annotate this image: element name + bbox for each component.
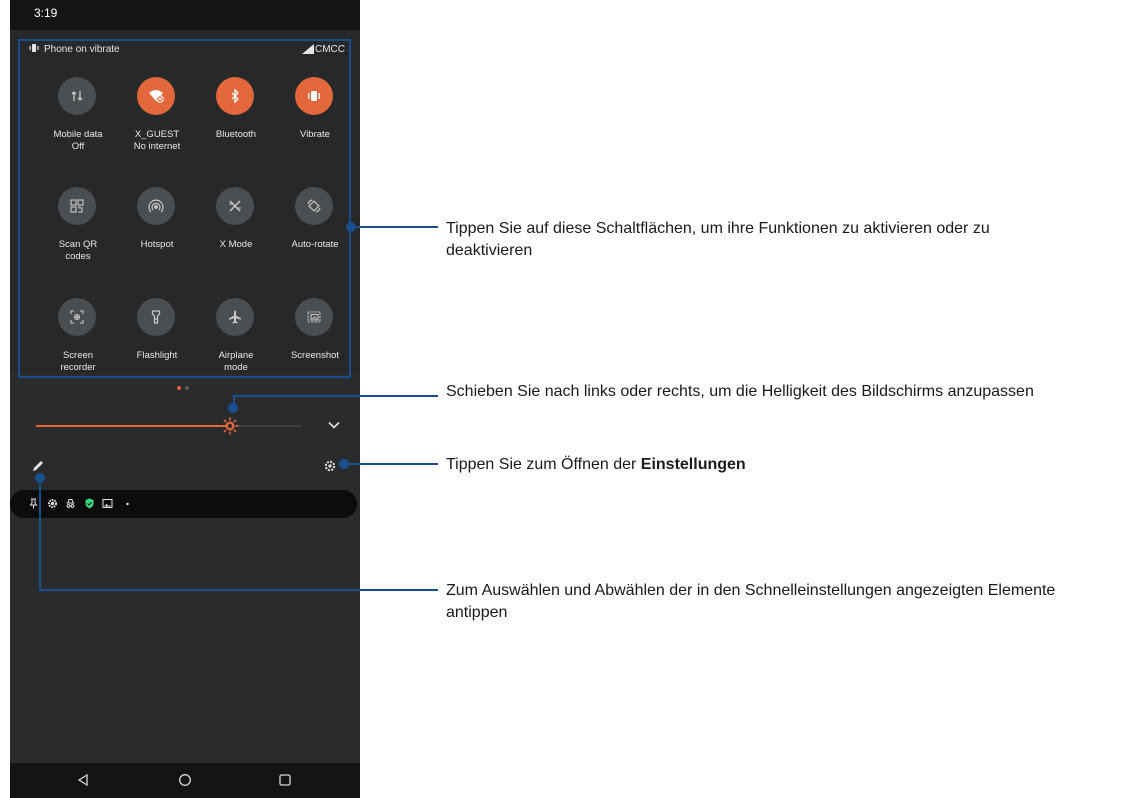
gear-icon[interactable]: [323, 459, 337, 473]
callout-settings-bold: Einstellungen: [640, 456, 746, 473]
recents-icon[interactable]: [278, 773, 292, 787]
callout-text-brightness: Schieben Sie nach links oder rechts, um …: [446, 383, 1034, 400]
callout-line-edit-v: [39, 477, 41, 591]
clock: 3:19: [34, 6, 58, 20]
callout-line-edit: [39, 589, 438, 591]
quick-settings-highlight-box: [18, 39, 351, 378]
callout-settings-prefix: Tippen Sie zum Öffnen der: [446, 456, 641, 473]
home-icon[interactable]: [178, 773, 192, 787]
navigation-bar: [10, 763, 360, 798]
edit-pencil-icon[interactable]: [31, 459, 45, 473]
shield-icon: [85, 498, 94, 509]
callout-text-tiles: Tippen Sie auf diese Schaltflächen, um i…: [446, 220, 990, 259]
page-dot: [185, 386, 189, 390]
incognito-icon: [66, 499, 75, 508]
callout-line-tiles: [351, 226, 438, 228]
page-dot-active: [177, 386, 181, 390]
callout-text-settings: Tippen Sie zum Öffnen der Einstellungen: [446, 454, 1066, 476]
more-notifications-dot-icon: [126, 502, 129, 506]
brightness-thumb-icon[interactable]: [221, 417, 239, 435]
callout-line-settings: [344, 463, 438, 465]
callout-text-edit: Zum Auswählen und Abwählen der in den Sc…: [446, 582, 1056, 621]
notification-icons-bar[interactable]: [10, 490, 357, 518]
callout-line-brightness: [233, 395, 438, 397]
brightness-slider-track[interactable]: [36, 425, 301, 427]
status-bar: 3:19: [10, 0, 360, 30]
settings-notification-icon: [48, 499, 57, 508]
callout-line-brightness-v: [233, 396, 235, 408]
back-icon[interactable]: [76, 773, 90, 787]
chevron-down-icon[interactable]: [328, 420, 340, 430]
pin-icon: [29, 498, 38, 509]
image-icon: [102, 499, 113, 508]
brightness-slider-fill: [36, 425, 233, 427]
